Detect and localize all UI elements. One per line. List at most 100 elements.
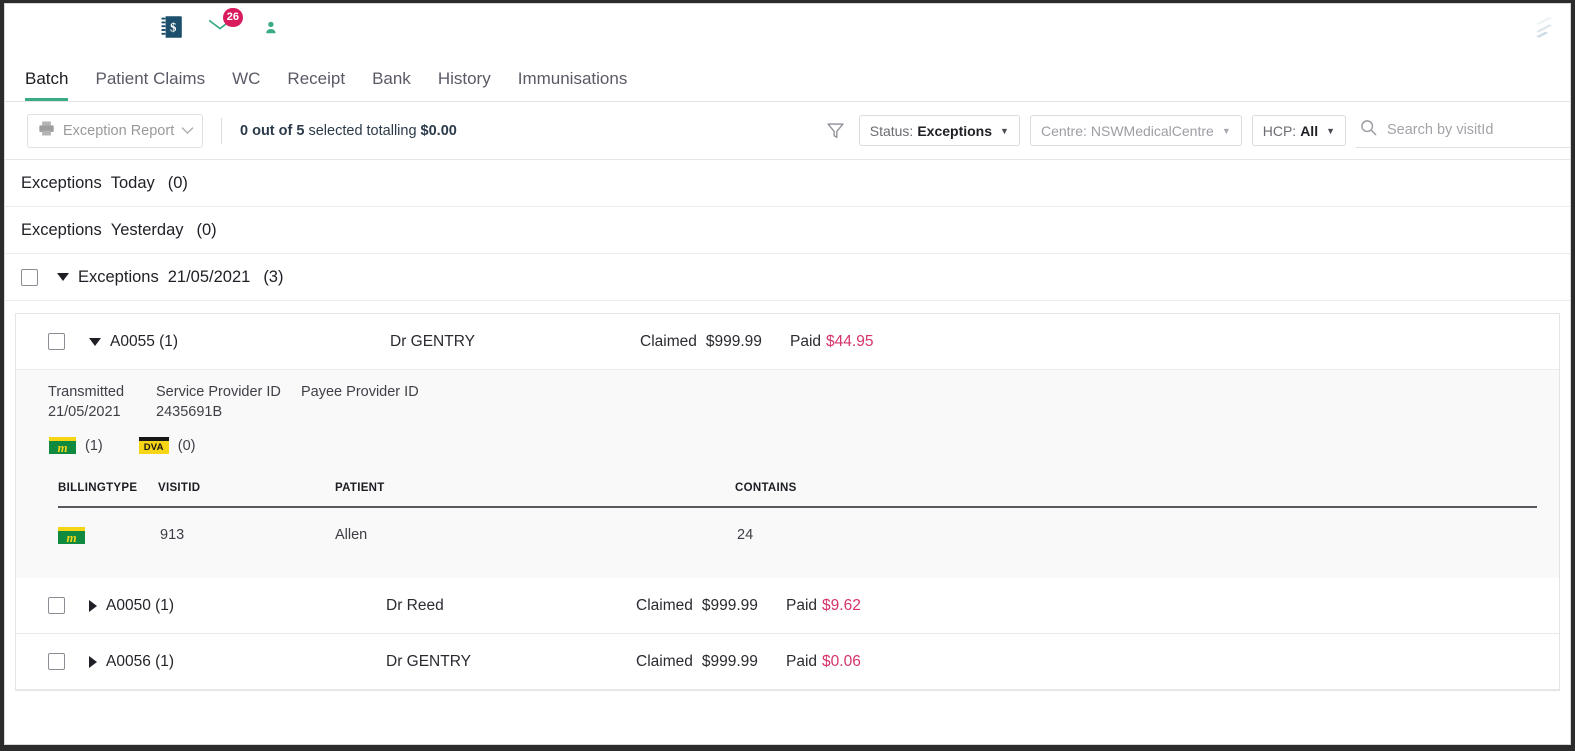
address-book-icon[interactable]	[245, 4, 293, 50]
paid-label: Paid	[790, 332, 822, 350]
group-header-today[interactable]: Exceptions Today (0)	[5, 160, 1570, 207]
group-count: (0)	[196, 220, 217, 239]
calendar-icon[interactable]	[101, 4, 149, 50]
collapse-triangle-icon[interactable]	[89, 337, 101, 346]
tab-receipt[interactable]: Receipt	[287, 69, 345, 101]
transmitted-field: Transmitted 21/05/2021	[48, 384, 156, 420]
column-header-contains: CONTAINS	[735, 482, 797, 494]
table-header-row: BILLINGTYPE VISITID PATIENT CONTAINS	[58, 482, 1537, 508]
medicare-badge-icon: m	[58, 526, 85, 544]
group-period: Yesterday	[110, 220, 184, 239]
claim-id: A0050 (1)	[106, 596, 175, 614]
svg-text:$: $	[170, 21, 176, 35]
cell-billingtype: m	[58, 526, 158, 544]
claim-detail-panel: Transmitted 21/05/2021 Service Provider …	[16, 370, 1559, 578]
chevron-down-icon: ▼	[1000, 125, 1009, 136]
chevron-down-icon: ▼	[1221, 125, 1231, 136]
toolbar-divider	[221, 117, 222, 144]
group-label: Exceptions	[21, 220, 102, 239]
mail-icon[interactable]: 26	[197, 4, 245, 50]
brand-logo-icon	[1520, 4, 1560, 50]
exception-report-dropdown[interactable]: Exception Report	[27, 113, 203, 148]
dva-count-item: DVA (0)	[138, 437, 195, 454]
primary-tab-bar: Batch Patient Claims WC Receipt Bank His…	[5, 50, 1570, 102]
patients-group-icon[interactable]	[53, 4, 101, 50]
column-header-patient: PATIENT	[335, 482, 385, 494]
paid-label: Paid	[786, 596, 818, 614]
claim-select-checkbox[interactable]	[48, 597, 65, 614]
transmitted-label: Transmitted	[48, 384, 125, 400]
billing-type-counts: m (1) DVA (0)	[16, 437, 1559, 454]
group-label: Exceptions	[78, 267, 159, 286]
claim-row-a0056[interactable]: A0056 (1) Dr GENTRY Claimed $999.99 Paid $…	[16, 634, 1559, 690]
claim-select-checkbox[interactable]	[48, 333, 65, 350]
claim-claimed: Claimed $999.99	[636, 653, 786, 671]
selection-prefix: 0 out of	[240, 122, 297, 139]
claim-paid: Paid $0.06	[786, 653, 861, 671]
claim-select-checkbox[interactable]	[48, 653, 65, 670]
claim-paid: Paid $44.95	[790, 333, 873, 351]
selection-middle: selected totalling	[304, 122, 421, 139]
top-icon-group: $ 26	[5, 4, 341, 50]
payee-provider-field: Payee Provider ID	[301, 384, 419, 420]
selection-total: $0.00	[420, 122, 457, 139]
tab-bank[interactable]: Bank	[372, 69, 411, 101]
claim-doctor: Dr GENTRY	[386, 652, 471, 670]
collapse-triangle-icon[interactable]	[57, 273, 69, 281]
claim-claimed: Claimed $999.99	[636, 597, 786, 615]
hcp-filter-value: All	[1300, 122, 1319, 139]
hcp-filter-dropdown[interactable]: HCP: All ▼	[1251, 115, 1346, 146]
claim-doctor: Dr Reed	[386, 596, 444, 614]
paid-label: Paid	[786, 652, 818, 670]
cell-visitid: 913	[160, 527, 185, 543]
tab-wc[interactable]: WC	[232, 69, 260, 101]
dva-badge-icon: DVA	[138, 437, 169, 454]
medicare-badge-icon: m	[49, 437, 76, 454]
group-label: Exceptions	[21, 173, 102, 192]
centre-filter-dropdown[interactable]: Centre: NSWMedicalCentre ▼	[1029, 115, 1242, 146]
group-date: 21/05/2021	[167, 267, 251, 286]
medicare-count: (1)	[85, 437, 103, 454]
exception-report-label: Exception Report	[63, 122, 175, 139]
claim-doctor: Dr GENTRY	[390, 332, 475, 350]
expand-triangle-icon[interactable]	[89, 599, 97, 612]
payee-provider-label: Payee Provider ID	[301, 384, 419, 400]
status-filter-value: Exceptions	[917, 122, 993, 139]
claim-id: A0055 (1)	[110, 332, 179, 350]
claimed-amount: $999.99	[701, 652, 758, 670]
claims-card: A0055 (1) Dr GENTRY Claimed $999.99 Paid $…	[15, 313, 1560, 691]
reports-pie-icon[interactable]	[293, 4, 341, 50]
filter-funnel-icon[interactable]	[826, 121, 845, 140]
tab-immunisations[interactable]: Immunisations	[518, 69, 628, 101]
claim-claimed: Claimed $999.99	[640, 333, 790, 351]
service-provider-field: Service Provider ID 2435691B	[156, 384, 301, 420]
tab-patient-claims[interactable]: Patient Claims	[95, 69, 205, 101]
tab-history[interactable]: History	[438, 69, 491, 101]
claimed-label: Claimed	[636, 652, 693, 670]
search-input[interactable]	[1377, 122, 1570, 138]
expand-triangle-icon[interactable]	[89, 655, 97, 668]
application-window: $ 26 Batch Patient Claims WC Receipt Ban…	[4, 3, 1571, 745]
table-row[interactable]: m 913 Allen 24	[58, 508, 1537, 562]
group-header-yesterday[interactable]: Exceptions Yesterday (0)	[5, 207, 1570, 254]
selection-summary: 0 out of 5 selected totalling $0.00	[240, 123, 457, 139]
hcp-filter-key: HCP:	[1262, 122, 1297, 139]
service-provider-value: 2435691B	[156, 404, 223, 420]
claimed-label: Claimed	[636, 596, 693, 614]
claim-id: A0056 (1)	[106, 652, 175, 670]
claim-row-a0055[interactable]: A0055 (1) Dr GENTRY Claimed $999.99 Paid $…	[16, 314, 1559, 370]
status-filter-dropdown[interactable]: Status: Exceptions ▼	[858, 115, 1020, 146]
tab-batch[interactable]: Batch	[25, 69, 69, 101]
claim-row-a0050[interactable]: A0050 (1) Dr Reed Claimed $999.99 Paid $9.…	[16, 578, 1559, 634]
claim-meta: Transmitted 21/05/2021 Service Provider …	[16, 384, 1559, 420]
claim-items-table: BILLINGTYPE VISITID PATIENT CONTAINS m 9…	[16, 482, 1559, 562]
toolbar-filters: Status: Exceptions ▼ Centre: NSWMedicalC…	[826, 102, 1570, 159]
billing-ledger-icon[interactable]: $	[149, 4, 197, 50]
group-header-dated[interactable]: Exceptions 21/05/2021 (3)	[5, 254, 1570, 301]
patient-icon[interactable]	[5, 4, 53, 50]
transmitted-value: 21/05/2021	[48, 404, 121, 420]
cell-contains: 24	[737, 527, 754, 543]
cell-patient: Allen	[335, 527, 368, 543]
group-select-checkbox[interactable]	[21, 268, 38, 286]
group-count: (0)	[167, 173, 188, 192]
